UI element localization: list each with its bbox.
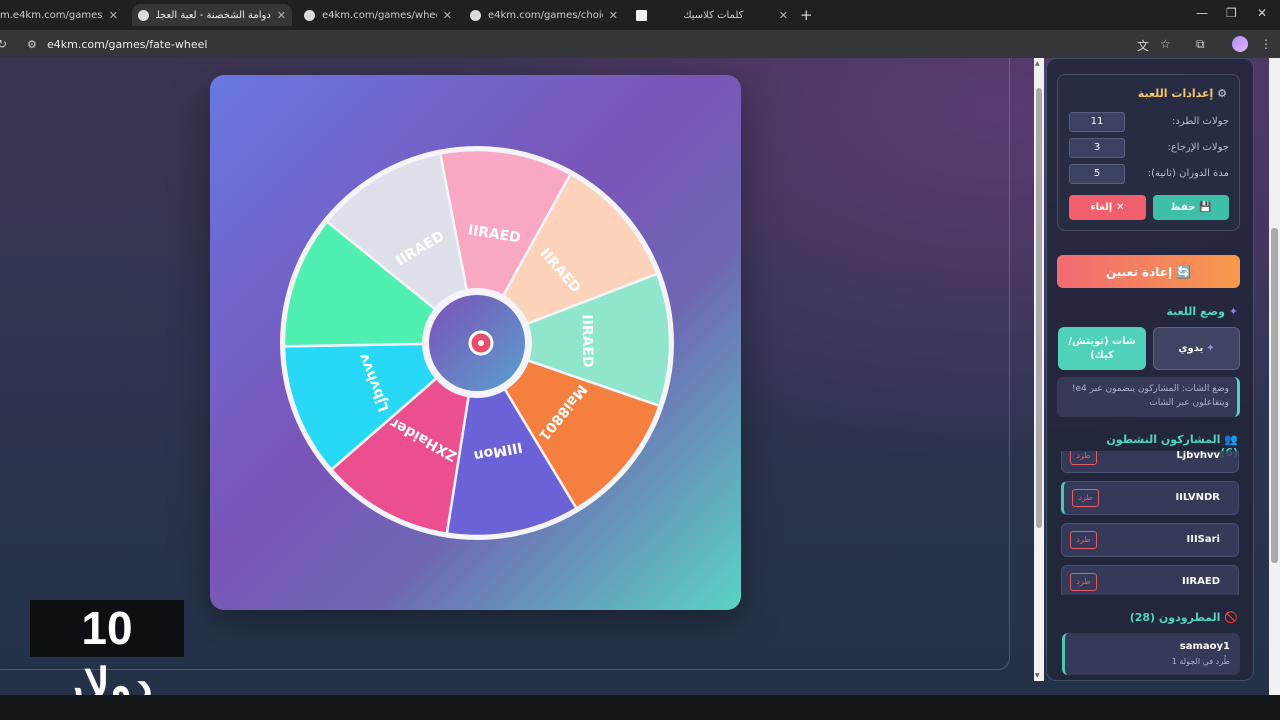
new-tab-icon[interactable]: + — [800, 6, 813, 24]
kick-button[interactable]: طرد — [1072, 489, 1099, 507]
taskbar-strip — [0, 695, 1280, 720]
kicked-title-text: المطرودون (28) — [1129, 611, 1221, 624]
kick-rounds-label: جولات الطرد: — [1171, 116, 1229, 127]
tab-fate-wheel[interactable]: دوامة الشخصنة - لعبة العجلة والـ ✕ — [132, 4, 292, 26]
participant-row: Ljbvhvv طرد — [1061, 451, 1239, 473]
tab-choice-challenge[interactable]: e4km.com/games/choice-chall ✕ — [464, 4, 624, 26]
return-rounds-label: جولات الإرجاع: — [1167, 142, 1229, 153]
page-icon — [636, 9, 647, 21]
scroll-down-icon[interactable]: ▼ — [1035, 672, 1040, 679]
mode-chat-label: شات (تويتش/كيك) — [1068, 335, 1136, 361]
globe-icon — [470, 9, 481, 21]
translate-icon[interactable]: 文 — [1137, 37, 1149, 54]
settings-title: ⚙ إعدادات اللعبة — [1100, 87, 1227, 100]
save-button[interactable]: 💾 حفظ — [1153, 195, 1229, 220]
target-icon-center — [478, 340, 484, 346]
menu-kebab-icon[interactable]: ⋮ — [1260, 37, 1272, 51]
restore-icon[interactable]: ❐ — [1226, 6, 1237, 20]
tab-wheel-of-fate[interactable]: e4km.com/games/wheel-of-fat ✕ — [298, 4, 458, 26]
bookmark-star-icon[interactable]: ☆ — [1160, 37, 1171, 51]
return-rounds-input[interactable]: 3 — [1069, 138, 1125, 158]
participant-row: IILVNDR طرد — [1061, 481, 1239, 515]
kick-button[interactable]: طرد — [1070, 451, 1097, 465]
window-close-icon[interactable]: ✕ — [1257, 6, 1267, 20]
cancel-button[interactable]: ✕ إلغاء — [1069, 195, 1146, 220]
gamepad-icon: ✦ — [1228, 305, 1238, 318]
kicked-row: samaoy1 طُرد في الجولة 1 — [1062, 633, 1240, 675]
floppy-icon: 💾 — [1199, 202, 1212, 213]
mode-title-text: وضع اللعبة — [1166, 305, 1225, 318]
mode-chat-button[interactable]: شات (تويتش/كيك) — [1058, 327, 1146, 370]
participant-name: Ljbvhvv — [1176, 451, 1220, 461]
wheel-card: IIRAED IIRAED IIRAED Mai8801 IIIMon ZXHaider L… — [210, 75, 741, 610]
kicked-title: 🚫 المطرودون (28) — [1110, 611, 1238, 624]
fate-wheel[interactable]: IIRAEDIIRAEDIIRAEDMai8801IIIMonZXHaiderL… — [210, 75, 741, 610]
save-label: حفظ — [1170, 202, 1196, 213]
tab-title: دوامة الشخصنة - لعبة العجلة والـ — [156, 9, 271, 21]
scroll-up-icon[interactable]: ▲ — [1035, 60, 1040, 67]
close-icon[interactable]: ✕ — [277, 9, 286, 22]
url-field[interactable]: e4km.com/games/fate-wheel — [47, 38, 207, 51]
browser-tab-strip: m.e4km.com/games/kaf-bekaf ✕ دوامة الشخص… — [0, 0, 1280, 30]
globe-icon — [304, 9, 315, 21]
spin-duration-label: مدة الدوران (ثانية): — [1147, 168, 1229, 179]
mode-manual-label: يدوي — [1178, 342, 1204, 354]
kicked-name: samaoy1 — [1179, 641, 1230, 652]
participant-name: IILVNDR — [1175, 492, 1220, 503]
close-icon[interactable]: ✕ — [609, 9, 618, 22]
scroll-thumb[interactable] — [1036, 88, 1042, 528]
page-scrollbar[interactable] — [1269, 58, 1280, 695]
spin-duration-input[interactable]: 5 — [1069, 164, 1125, 184]
gear-icon: ⚙ — [1217, 87, 1227, 100]
settings-title-text: إعدادات اللعبة — [1137, 87, 1214, 100]
extensions-icon[interactable]: ⧉ — [1196, 37, 1205, 52]
participants-list: Ljbvhvv طرد IILVNDR طرد IIISari طرد IIRA… — [1057, 451, 1240, 595]
kick-button[interactable]: طرد — [1070, 531, 1097, 549]
kick-button[interactable]: طرد — [1070, 573, 1097, 591]
kick-rounds-input[interactable]: 11 — [1069, 112, 1125, 132]
price-overlay: 10 دولار — [30, 600, 184, 695]
profile-avatar[interactable] — [1232, 36, 1248, 52]
participant-row: IIRAED طرد — [1061, 565, 1239, 595]
minimize-icon[interactable]: — — [1196, 6, 1208, 20]
cancel-label: إلغاء — [1090, 202, 1113, 213]
reset-button[interactable]: 🔄 إعادة تعيين — [1057, 255, 1240, 288]
reset-label: إعادة تعيين — [1105, 264, 1173, 279]
close-icon[interactable]: ✕ — [109, 9, 118, 22]
tab-title: m.e4km.com/games/kaf-bekaf — [0, 9, 103, 21]
globe-icon — [138, 9, 149, 21]
participant-name: IIRAED — [1181, 576, 1220, 587]
scroll-thumb[interactable] — [1271, 228, 1278, 563]
site-info-icon[interactable]: ⚙ — [27, 38, 37, 51]
close-icon[interactable]: ✕ — [779, 9, 788, 22]
kicked-round: طُرد في الجولة 1 — [1171, 657, 1230, 666]
page-viewport: IIRAED IIRAED IIRAED Mai8801 IIIMon ZXHaider L… — [0, 58, 1280, 695]
address-bar: ↻ ⚙ e4km.com/games/fate-wheel 文 ☆ ⧉ ⋮ — [0, 30, 1280, 58]
tab-classic-words[interactable]: كلمات كلاسيك ✕ — [630, 4, 794, 26]
tab-title: كلمات كلاسيك — [683, 9, 744, 21]
users-icon: 👥 — [1224, 433, 1238, 446]
hand-icon: ✦ — [1206, 342, 1215, 354]
mode-description: وضع الشات: المشاركون ينضمون عبر e4! ويتف… — [1057, 377, 1240, 417]
refresh-icon: 🔄 — [1176, 264, 1192, 279]
inner-scrollbar[interactable]: ▲ ▼ — [1034, 58, 1044, 681]
mode-manual-button[interactable]: ✦ يدوي — [1153, 327, 1240, 370]
wheel-segment-label: IIRAED — [579, 314, 596, 367]
ban-icon: 🚫 — [1224, 611, 1238, 624]
close-icon[interactable]: ✕ — [443, 9, 452, 22]
tab-title: e4km.com/games/choice-chall — [488, 9, 603, 21]
cross-icon: ✕ — [1116, 202, 1125, 213]
participant-name: IIISari — [1186, 534, 1220, 545]
tab-kaf-bekaf[interactable]: m.e4km.com/games/kaf-bekaf ✕ — [0, 4, 124, 26]
participant-row: IIISari طرد — [1061, 523, 1239, 557]
reload-icon[interactable]: ↻ — [0, 37, 7, 51]
tab-title: e4km.com/games/wheel-of-fat — [322, 9, 437, 21]
mode-title: ✦ وضع اللعبة — [1110, 305, 1238, 318]
